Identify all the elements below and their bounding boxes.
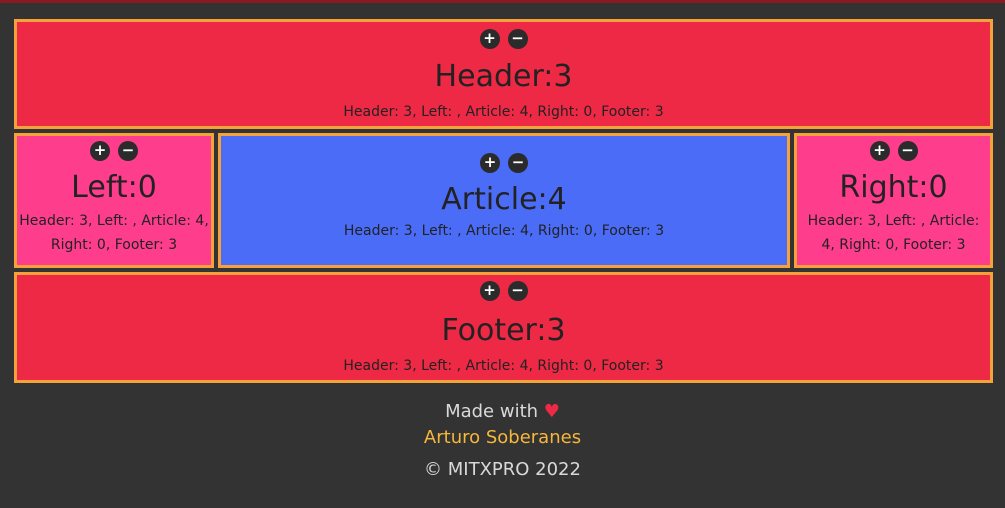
left-plus-button[interactable]: + [90, 141, 110, 161]
copyright-text: © MITXPRO 2022 [424, 459, 581, 480]
footer-plus-button[interactable]: + [479, 281, 500, 301]
footer-minus-button[interactable]: − [507, 281, 528, 301]
article-summary: Header: 3, Left: , Article: 4, Right: 0,… [343, 223, 665, 239]
article-section: + − Article:4 Header: 3, Left: , Article… [218, 133, 790, 268]
left-section: + − Left:0 Header: 3, Left: , Article: 4… [14, 133, 214, 268]
right-title: Right:0 [839, 170, 948, 205]
right-controls: + − [797, 141, 990, 163]
header-summary: Header: 3, Left: , Article: 4, Right: 0,… [343, 104, 664, 120]
article-title: Article:4 [441, 182, 567, 217]
left-summary: Header: 3, Left: , Article: 4, Right: 0,… [19, 213, 209, 253]
footer-summary: Header: 3, Left: , Article: 4, Right: 0,… [343, 358, 664, 374]
right-section: + − Right:0 Header: 3, Left: , Article: … [794, 133, 993, 268]
page-credits: Made with ♥ Arturo Soberanes © MITXPRO 2… [0, 399, 1005, 483]
left-minus-button[interactable]: − [118, 141, 138, 161]
right-minus-button[interactable]: − [897, 141, 918, 161]
footer-title: Footer:3 [441, 313, 566, 348]
header-section: + − Header:3 Header: 3, Left: , Article:… [14, 19, 993, 129]
header-controls: + − [17, 29, 990, 51]
left-controls: + − [17, 141, 211, 163]
footer-controls: + − [17, 281, 990, 303]
article-controls: + − [221, 153, 787, 175]
right-plus-button[interactable]: + [869, 141, 890, 161]
left-title: Left:0 [71, 170, 157, 205]
article-plus-button[interactable]: + [480, 153, 500, 173]
header-title: Header:3 [434, 59, 573, 94]
heart-icon: ♥ [543, 401, 560, 422]
author-link[interactable]: Arturo Soberanes [424, 427, 581, 448]
header-plus-button[interactable]: + [479, 29, 500, 49]
article-minus-button[interactable]: − [508, 153, 528, 173]
header-minus-button[interactable]: − [507, 29, 528, 49]
made-with-line: Made with ♥ [0, 399, 1005, 425]
made-with-text: Made with [445, 401, 539, 422]
right-summary: Header: 3, Left: , Article: 4, Right: 0,… [807, 213, 980, 253]
footer-section: + − Footer:3 Header: 3, Left: , Article:… [14, 272, 993, 383]
